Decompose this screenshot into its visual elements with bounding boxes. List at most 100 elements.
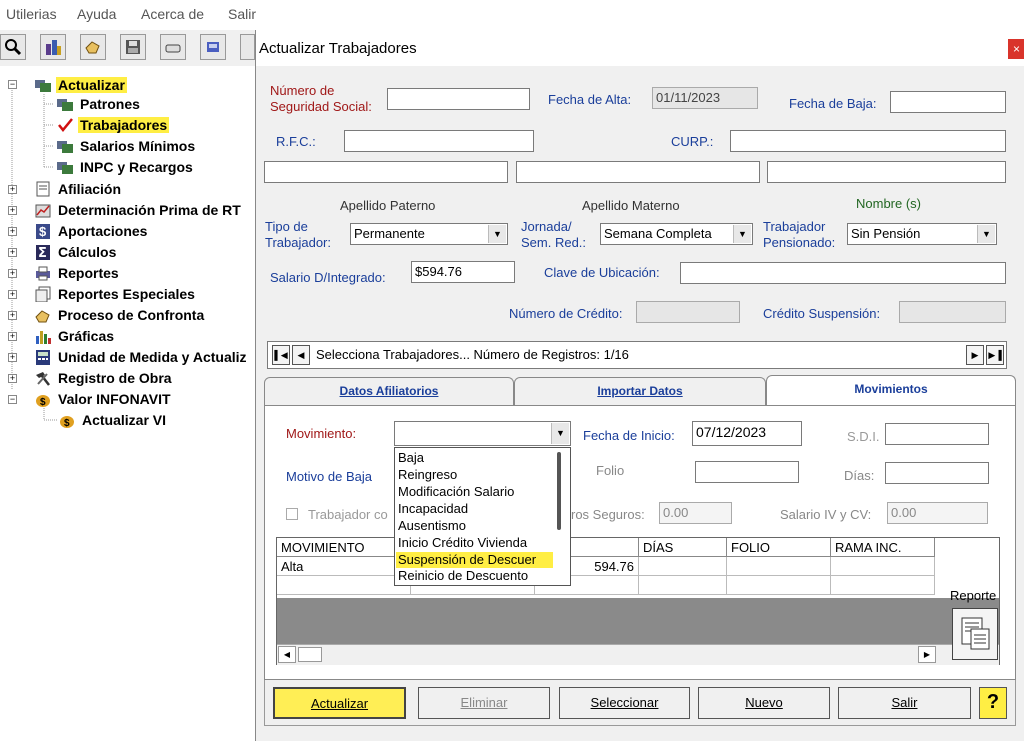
tree-item-reportes-especiales[interactable]: Reportes Especiales (34, 284, 197, 304)
expander-reportes-especiales[interactable]: + (8, 290, 17, 299)
grid-header-dias[interactable]: DÍAS (639, 538, 727, 557)
help-button[interactable]: ? (979, 687, 1007, 719)
tree-item-patrones[interactable]: Patrones (56, 94, 142, 114)
dropdown-option-modificacion-salario[interactable]: Modificación Salario (398, 484, 514, 500)
hand-tool-button[interactable] (80, 34, 106, 60)
trabajador-checkbox[interactable] (286, 508, 298, 520)
expander-aportaciones[interactable]: + (8, 227, 17, 236)
menu-acerca-de[interactable]: Acerca de (141, 6, 204, 22)
dropdown-option-ausentismo[interactable]: Ausentismo (398, 518, 466, 534)
save-tool-button[interactable] (120, 34, 146, 60)
close-button[interactable]: × (1008, 39, 1024, 59)
otros-seguros-field[interactable]: 0.00 (659, 502, 732, 524)
dropdown-option-suspension-descuento[interactable]: Suspensión de Descuer (396, 552, 553, 568)
tree-item-aportaciones[interactable]: $ Aportaciones (34, 221, 149, 241)
salario-iv-field[interactable]: 0.00 (887, 502, 988, 524)
tab-datos-afiliatorios[interactable]: Datos Afiliatorios (264, 377, 514, 405)
table-cell[interactable] (639, 557, 727, 576)
sdi-field[interactable] (885, 423, 989, 445)
fecha-alta-field[interactable]: 01/11/2023 (652, 87, 758, 109)
table-cell[interactable]: Alta (277, 557, 411, 576)
table-cell[interactable] (831, 576, 935, 595)
table-cell[interactable] (727, 576, 831, 595)
jornada-select[interactable]: Semana Completa ▼ (600, 223, 753, 245)
tab-importar-datos[interactable]: Importar Datos (514, 377, 766, 405)
tree-item-determinacion-prima-rt[interactable]: Determinación Prima de RT (34, 200, 243, 220)
dropdown-option-reingreso[interactable]: Reingreso (398, 467, 457, 483)
expander-calculos[interactable]: + (8, 248, 17, 257)
seleccionar-button[interactable]: Seleccionar (559, 687, 690, 719)
chevron-down-icon[interactable]: ▼ (977, 225, 995, 243)
tree-item-registro-obra[interactable]: Registro de Obra (34, 368, 174, 388)
expander-unidad-medida[interactable]: + (8, 353, 17, 362)
dropdown-option-incapacidad[interactable]: Incapacidad (398, 501, 468, 517)
tree-item-proceso-confronta[interactable]: Proceso de Confronta (34, 305, 206, 325)
dropdown-option-baja[interactable]: Baja (398, 450, 424, 466)
scroll-right-arrow-icon[interactable]: ▶ (918, 646, 936, 663)
eraser-tool-button[interactable] (160, 34, 186, 60)
expander-registro-obra[interactable]: + (8, 374, 17, 383)
table-cell[interactable] (727, 557, 831, 576)
prev-record-button[interactable]: ◀ (292, 345, 310, 365)
apellido-materno-field[interactable] (516, 161, 760, 183)
grid-header-movimiento[interactable]: MOVIMIENTO (277, 538, 411, 557)
scroll-left-arrow-icon[interactable]: ◀ (278, 646, 296, 663)
table-cell[interactable] (831, 557, 935, 576)
tipo-trabajador-select[interactable]: Permanente ▼ (350, 223, 508, 245)
apellido-paterno-field[interactable] (264, 161, 508, 183)
actualizar-button[interactable]: Actualizar (273, 687, 406, 719)
table-cell[interactable] (639, 576, 727, 595)
tab-movimientos[interactable]: Movimientos (766, 375, 1016, 406)
chevron-down-icon[interactable]: ▼ (551, 423, 569, 444)
dropdown-option-reinicio-descuento[interactable]: Reinicio de Descuento (398, 568, 528, 584)
curp-field[interactable] (730, 130, 1006, 152)
last-record-button[interactable]: ▶▐ (986, 345, 1004, 365)
expander-valor-infonavit[interactable]: − (8, 395, 17, 404)
tree-item-graficas[interactable]: Gráficas (34, 326, 116, 346)
fecha-inicio-field[interactable]: 07/12/2023 (692, 421, 802, 446)
tree-item-reportes[interactable]: Reportes (34, 263, 121, 283)
expander-afiliacion[interactable]: + (8, 185, 17, 194)
expander-prima-rt[interactable]: + (8, 206, 17, 215)
nss-field[interactable] (387, 88, 530, 110)
tree-item-calculos[interactable]: Σ Cálculos (34, 242, 118, 262)
salario-field[interactable]: $594.76 (411, 261, 515, 283)
fecha-baja-field[interactable] (890, 91, 1006, 113)
tree-item-valor-infonavit[interactable]: $ Valor INFONAVIT (34, 389, 173, 409)
tree-item-unidad-medida[interactable]: Unidad de Medida y Actualiz (34, 347, 249, 367)
folio-field[interactable] (695, 461, 799, 483)
expander-reportes[interactable]: + (8, 269, 17, 278)
chevron-down-icon[interactable]: ▼ (733, 225, 751, 243)
table-cell[interactable] (277, 576, 411, 595)
expander-actualizar[interactable]: − (8, 80, 17, 89)
clave-ubicacion-field[interactable] (680, 262, 1006, 284)
eliminar-button[interactable]: Eliminar (418, 687, 550, 719)
expander-confronta[interactable]: + (8, 311, 17, 320)
movimiento-select[interactable]: ▼ (394, 421, 571, 446)
more-tool-button[interactable] (240, 34, 255, 60)
expander-graficas[interactable]: + (8, 332, 17, 341)
first-record-button[interactable]: ▌◀ (272, 345, 290, 365)
scroll-thumb[interactable] (298, 647, 322, 662)
menu-salir[interactable]: Salir (228, 6, 256, 22)
tree-item-trabajadores[interactable]: Trabajadores (56, 115, 170, 135)
grid-header-folio[interactable]: FOLIO (727, 538, 831, 557)
nombre-field[interactable] (767, 161, 1006, 183)
tree-item-actualizar[interactable]: Actualizar (34, 75, 127, 95)
dias-field[interactable] (885, 462, 989, 484)
salir-button[interactable]: Salir (838, 687, 971, 719)
nuevo-button[interactable]: Nuevo (698, 687, 830, 719)
building-tool-button[interactable] (40, 34, 66, 60)
search-tool-button[interactable] (0, 34, 26, 60)
dropdown-option-inicio-credito[interactable]: Inicio Crédito Vivienda (398, 535, 527, 551)
tools-tool-button[interactable] (200, 34, 226, 60)
pensionado-select[interactable]: Sin Pensión ▼ (847, 223, 997, 245)
tree-item-actualizar-vi[interactable]: $ Actualizar VI (58, 410, 168, 430)
horizontal-scrollbar[interactable]: ◀ ▶ (277, 644, 999, 665)
reporte-button[interactable] (952, 608, 998, 660)
tree-item-salarios-minimos[interactable]: Salarios Mínimos (56, 136, 197, 156)
chevron-down-icon[interactable]: ▼ (488, 225, 506, 243)
menu-ayuda[interactable]: Ayuda (77, 6, 116, 22)
grid-header-rama-inc[interactable]: RAMA INC. (831, 538, 935, 557)
tree-item-afiliacion[interactable]: Afiliación (34, 179, 123, 199)
